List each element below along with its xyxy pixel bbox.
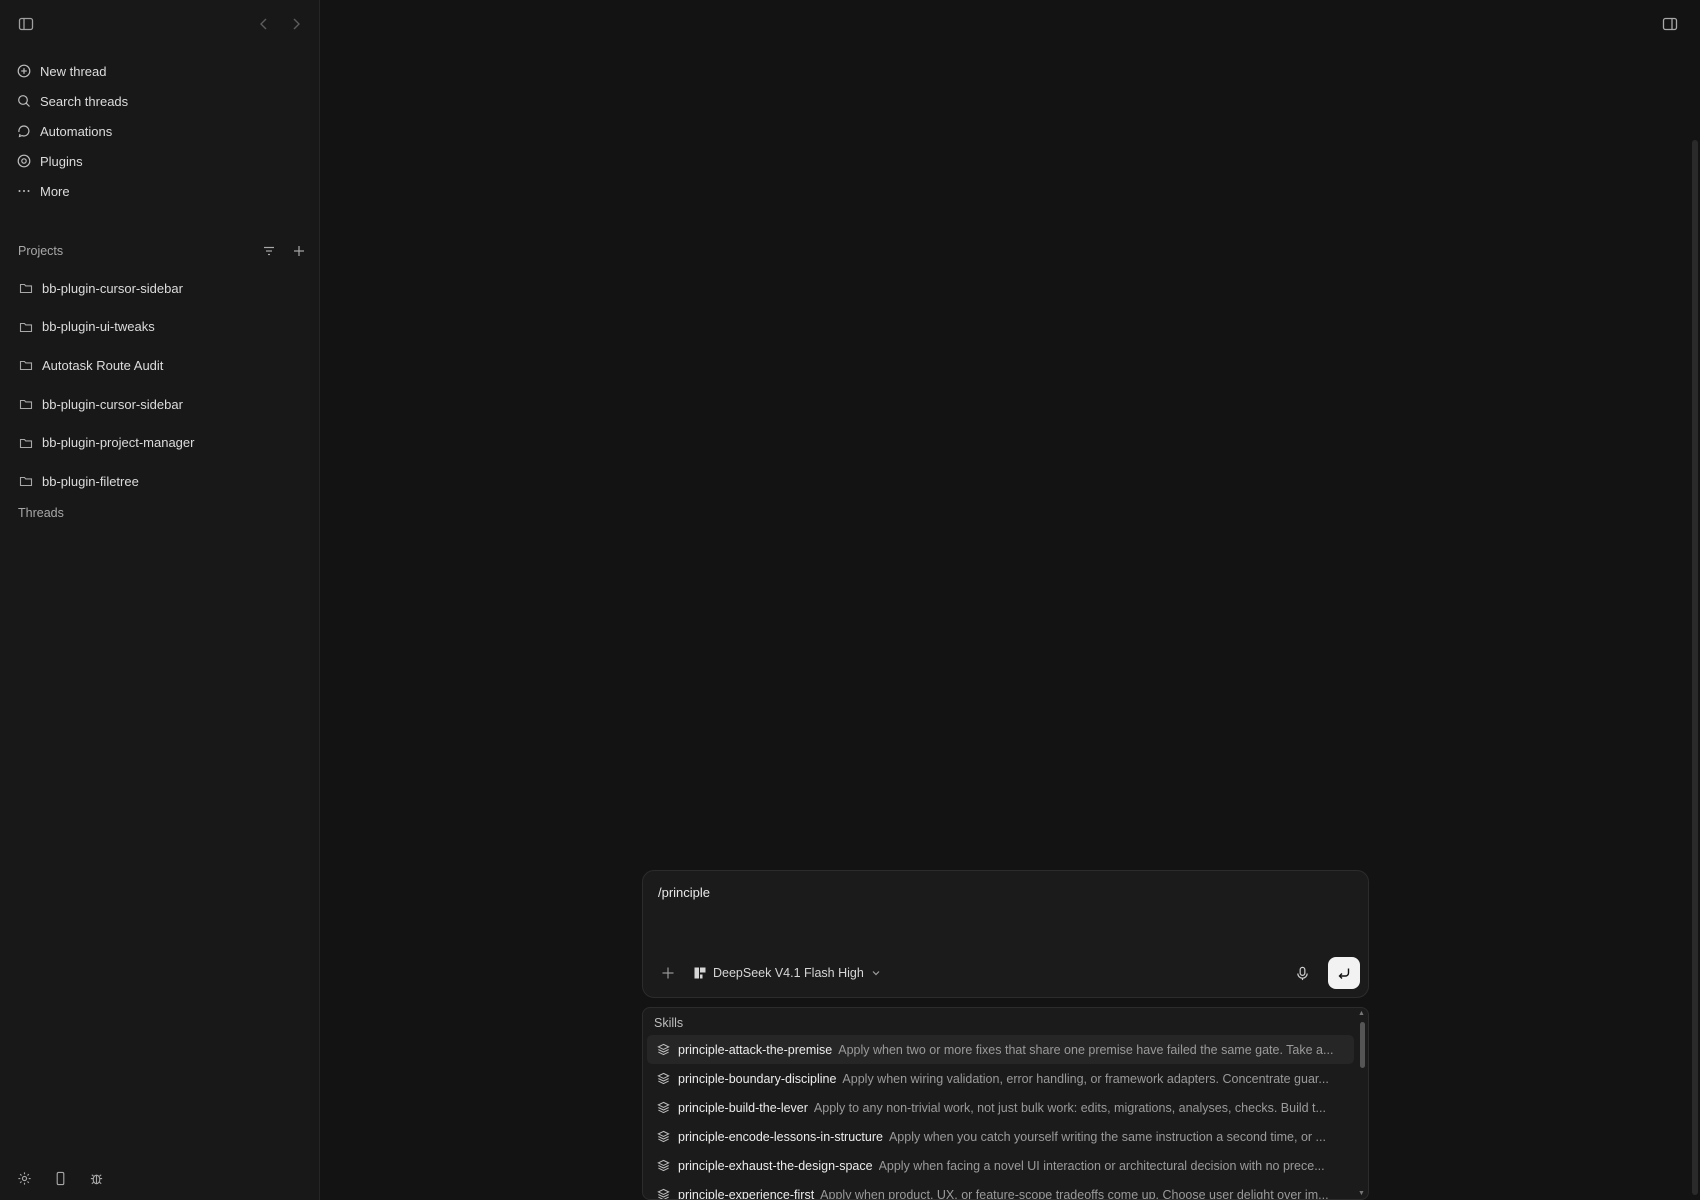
app-window: New thread Search threads Automations Pl… — [0, 0, 1700, 1200]
layers-icon — [657, 1101, 670, 1114]
sidebar: New thread Search threads Automations Pl… — [0, 0, 320, 1200]
composer-toolbar: DeepSeek V4.1 Flash High — [657, 957, 1360, 989]
sidebar-top-controls — [16, 14, 307, 34]
folder-icon — [19, 358, 33, 372]
layers-icon — [657, 1072, 670, 1085]
skill-name: principle-attack-the-premise — [678, 1042, 833, 1057]
skill-name: principle-experience-first — [678, 1187, 815, 1200]
plus-circle-icon — [17, 64, 31, 78]
more-icon — [17, 184, 31, 198]
right-panel-toggle-icon[interactable] — [1660, 14, 1680, 34]
skill-desc: Apply to any non-trivial work, not just … — [813, 1100, 1326, 1115]
skill-desc: Apply when wiring validation, error hand… — [842, 1071, 1329, 1086]
skill-desc: Apply when two or more fixes that share … — [838, 1042, 1334, 1057]
project-label: bb-plugin-project-manager — [42, 435, 195, 451]
skills-dropdown: Skills principle-attack-the-premise Appl… — [642, 1007, 1369, 1200]
sidebar-bottom-icons — [16, 1170, 104, 1186]
project-label: Autotask Route Audit — [42, 357, 164, 373]
automations-icon — [17, 124, 31, 138]
microphone-icon[interactable] — [1292, 963, 1312, 983]
composer-input[interactable]: /principle — [658, 885, 710, 900]
nav-label: Plugins — [40, 153, 83, 169]
skill-name: principle-exhaust-the-design-space — [678, 1158, 873, 1173]
project-item[interactable]: Autotask Route Audit — [8, 346, 311, 385]
folder-icon — [19, 281, 33, 295]
send-button[interactable] — [1328, 957, 1360, 989]
model-icon — [694, 967, 706, 979]
folder-icon — [19, 474, 33, 488]
project-item[interactable]: bb-plugin-project-manager — [8, 423, 311, 462]
skill-name: principle-build-the-lever — [678, 1100, 808, 1115]
attach-plus-icon[interactable] — [659, 964, 677, 982]
project-label: bb-plugin-filetree — [42, 473, 139, 489]
skill-desc: Apply when you catch yourself writing th… — [888, 1129, 1326, 1144]
main-scrollbar[interactable] — [1692, 140, 1698, 1195]
nav-label: More — [40, 183, 70, 199]
skill-name: principle-boundary-discipline — [678, 1071, 837, 1086]
projects-header: Projects — [18, 241, 307, 261]
project-item[interactable]: bb-plugin-ui-tweaks — [8, 308, 311, 347]
model-selector[interactable]: DeepSeek V4.1 Flash High — [693, 966, 881, 980]
nav-label: New thread — [40, 63, 107, 79]
skill-item[interactable]: principle-encode-lessons-in-structure Ap… — [647, 1122, 1354, 1151]
folder-icon — [19, 397, 33, 411]
skill-item[interactable]: principle-experience-first Apply when pr… — [647, 1180, 1354, 1200]
skill-item[interactable]: principle-build-the-lever Apply to any n… — [647, 1093, 1354, 1122]
nav-automations[interactable]: Automations — [8, 116, 311, 146]
project-item[interactable]: bb-plugin-cursor-sidebar — [8, 385, 311, 424]
skill-name: principle-encode-lessons-in-structure — [678, 1129, 883, 1144]
chevron-down-icon — [872, 971, 880, 976]
sidebar-toggle-icon[interactable] — [16, 14, 36, 34]
skill-desc: Apply when product, UX, or feature-scope… — [820, 1187, 1329, 1200]
back-arrow-icon[interactable] — [254, 14, 274, 34]
project-label: bb-plugin-ui-tweaks — [42, 319, 155, 335]
scroll-down-arrow-icon[interactable]: ▼ — [1358, 1190, 1365, 1197]
bug-icon[interactable] — [88, 1170, 104, 1186]
project-item[interactable]: bb-plugin-cursor-sidebar — [8, 269, 311, 308]
projects-title: Projects — [18, 244, 64, 258]
layers-icon — [657, 1130, 670, 1143]
scroll-up-arrow-icon[interactable]: ▲ — [1358, 1010, 1365, 1017]
nav-label: Automations — [40, 123, 113, 139]
skills-list: principle-attack-the-premise Apply when … — [647, 1035, 1354, 1200]
nav-plugins[interactable]: Plugins — [8, 146, 311, 176]
filter-icon[interactable] — [261, 243, 277, 259]
add-project-icon[interactable] — [291, 243, 307, 259]
project-label: bb-plugin-cursor-sidebar — [42, 396, 183, 412]
model-label: DeepSeek V4.1 Flash High — [713, 966, 864, 980]
folder-icon — [19, 320, 33, 334]
projects-list: bb-plugin-cursor-sidebar bb-plugin-ui-tw… — [8, 269, 311, 501]
nav-more[interactable]: More — [8, 176, 311, 206]
layers-icon — [657, 1188, 670, 1199]
folder-icon — [19, 436, 33, 450]
settings-gear-icon[interactable] — [16, 1170, 32, 1186]
nav-new-thread[interactable]: New thread — [8, 56, 311, 86]
project-label: bb-plugin-cursor-sidebar — [42, 280, 183, 296]
composer: /principle DeepSeek V4.1 Flash High — [642, 870, 1369, 998]
nav-label: Search threads — [40, 93, 129, 109]
mobile-device-icon[interactable] — [52, 1170, 68, 1186]
skill-item[interactable]: principle-attack-the-premise Apply when … — [647, 1035, 1354, 1064]
plugins-icon — [17, 154, 31, 168]
send-icon — [1338, 968, 1350, 979]
skills-scrollbar-thumb[interactable] — [1360, 1022, 1365, 1068]
forward-arrow-icon[interactable] — [286, 14, 306, 34]
threads-header: Threads — [18, 503, 307, 523]
threads-title: Threads — [18, 506, 64, 520]
skills-title: Skills — [654, 1016, 684, 1030]
search-icon — [17, 94, 31, 108]
skill-item[interactable]: principle-exhaust-the-design-space Apply… — [647, 1151, 1354, 1180]
sidebar-nav: New thread Search threads Automations Pl… — [8, 56, 311, 206]
project-item[interactable]: bb-plugin-filetree — [8, 462, 311, 501]
skill-item[interactable]: principle-boundary-discipline Apply when… — [647, 1064, 1354, 1093]
skill-desc: Apply when facing a novel UI interaction… — [878, 1158, 1325, 1173]
layers-icon — [657, 1159, 670, 1172]
layers-icon — [657, 1043, 670, 1056]
nav-search-threads[interactable]: Search threads — [8, 86, 311, 116]
projects-actions — [261, 243, 307, 259]
